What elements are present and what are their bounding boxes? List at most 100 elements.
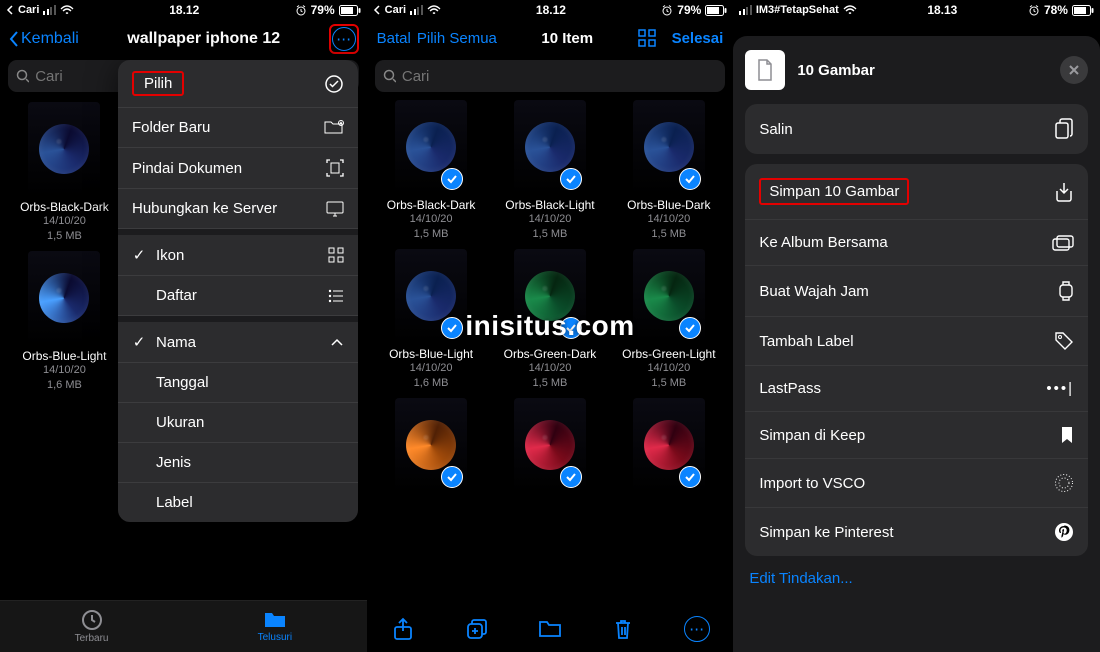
more-button[interactable]: ⋯ [684, 616, 710, 642]
edit-actions-button[interactable]: Edit Tindakan... [745, 556, 1088, 601]
file-size: 1,5 MB [651, 376, 686, 390]
signal-icon [410, 5, 423, 15]
file-name: Orbs-Blue-Light [389, 347, 473, 361]
action-pinterest[interactable]: Simpan ke Pinterest [745, 508, 1088, 556]
file-name: Orbs-Black-Dark [20, 200, 109, 214]
folder-icon [263, 610, 287, 630]
wifi-icon [843, 5, 857, 15]
menu-sort-name[interactable]: ✓Nama [118, 322, 358, 363]
menu-sort-kind[interactable]: Jenis [118, 443, 358, 483]
file-size: 1,6 MB [47, 378, 82, 392]
file-cell[interactable]: Orbs-Green-Dark 14/10/20 1,5 MB [494, 249, 607, 390]
status-bar: Cari 18.12 79% [0, 0, 367, 20]
file-date: 14/10/20 [43, 214, 86, 228]
action-add-tag[interactable]: Tambah Label [745, 317, 1088, 366]
file-cell[interactable]: Orbs-Black-Dark 14/10/20 1,5 MB [375, 100, 488, 241]
battery-icon [1072, 5, 1094, 16]
page-title: wallpaper iphone 12 [127, 30, 280, 48]
menu-sort-size[interactable]: Ukuran [118, 403, 358, 443]
clock: 18.13 [927, 3, 957, 17]
battery-icon [705, 5, 727, 16]
grid-view-icon[interactable] [638, 29, 656, 47]
file-name: Orbs-Green-Dark [504, 347, 597, 361]
duplicate-button[interactable] [464, 616, 490, 642]
select-all-button[interactable]: Pilih Semua [417, 30, 497, 47]
sheet-title: 10 Gambar [797, 62, 875, 79]
battery-percent: 78% [1044, 3, 1068, 17]
action-shared-album[interactable]: Ke Album Bersama [745, 220, 1088, 266]
search-icon [383, 69, 396, 83]
file-cell[interactable]: Orbs-Blue-Dark 14/10/20 1,5 MB [612, 100, 725, 241]
bookmark-icon [1060, 426, 1074, 444]
carrier: Cari [385, 4, 406, 16]
action-lastpass[interactable]: LastPass •••| [745, 366, 1088, 412]
alarm-icon [1028, 4, 1040, 16]
file-name: Orbs-Blue-Dark [627, 198, 710, 212]
file-cell[interactable]: Orbs-Blue-Light 14/10/20 1,6 MB [8, 251, 121, 392]
back-button[interactable]: Kembali [8, 30, 79, 48]
search-icon [16, 69, 29, 83]
file-date: 14/10/20 [647, 212, 690, 226]
share-sheet: 10 Gambar Salin Simpan 10 Gambar Ke Albu… [733, 36, 1100, 652]
action-keep[interactable]: Simpan di Keep [745, 412, 1088, 459]
watch-icon [1058, 280, 1074, 302]
file-cell[interactable]: Orbs-Black-Light 14/10/20 1,5 MB [494, 100, 607, 241]
menu-new-folder[interactable]: Folder Baru [118, 108, 358, 148]
tab-browse[interactable]: Telusuri [258, 610, 292, 643]
action-vsco[interactable]: Import to VSCO [745, 459, 1088, 508]
wifi-icon [427, 5, 441, 15]
action-watch-face[interactable]: Buat Wajah Jam [745, 266, 1088, 317]
menu-select[interactable]: Pilih [118, 60, 358, 108]
context-menu: Pilih Folder Baru Pindai Dokumen Hubungk… [118, 60, 358, 522]
tag-icon [1054, 331, 1074, 351]
screen-files-menu: Cari 18.12 79% Kembali wallpaper iphone … [0, 0, 367, 652]
menu-view-icons[interactable]: ✓Ikon [118, 235, 358, 276]
status-bar: Cari 18.12 79% [367, 0, 734, 20]
chevron-up-icon [330, 337, 344, 347]
action-copy[interactable]: Salin [745, 104, 1088, 154]
file-date: 14/10/20 [529, 361, 572, 375]
delete-button[interactable] [610, 616, 636, 642]
clock: 18.12 [169, 3, 199, 17]
back-caret-icon [373, 5, 381, 15]
menu-scan-document[interactable]: Pindai Dokumen [118, 148, 358, 189]
tab-recent[interactable]: Terbaru [75, 609, 109, 644]
file-cell[interactable] [612, 398, 725, 496]
file-cell[interactable] [375, 398, 488, 496]
menu-sort-label[interactable]: Label [118, 483, 358, 522]
search-input[interactable] [402, 68, 717, 85]
file-cell[interactable]: Orbs-Green-Light 14/10/20 1,5 MB [612, 249, 725, 390]
file-grid: Orbs-Black-Dark 14/10/20 1,5 MB Orbs-Bla… [367, 98, 734, 504]
screen-selection: Cari 18.12 79% Batal Pilih Semua 10 Item… [367, 0, 734, 652]
menu-connect-server[interactable]: Hubungkan ke Server [118, 189, 358, 229]
file-date: 14/10/20 [410, 212, 453, 226]
file-size: 1,5 MB [533, 376, 568, 390]
scan-icon [326, 159, 344, 177]
file-date: 14/10/20 [647, 361, 690, 375]
file-date: 14/10/20 [410, 361, 453, 375]
file-cell[interactable]: Orbs-Blue-Light 14/10/20 1,6 MB [375, 249, 488, 390]
alarm-icon [661, 4, 673, 16]
done-button[interactable]: Selesai [672, 30, 724, 47]
signal-icon [43, 5, 56, 15]
file-cell[interactable] [494, 398, 607, 496]
back-label: Kembali [21, 30, 79, 48]
action-save-images[interactable]: Simpan 10 Gambar [745, 164, 1088, 220]
shared-album-icon [1052, 235, 1074, 251]
file-size: 1,5 MB [47, 229, 82, 243]
screen-share-sheet: IM3#TetapSehat 18.13 78% 10 Gambar Salin [733, 0, 1100, 652]
file-cell[interactable]: Orbs-Black-Dark 14/10/20 1,5 MB [8, 102, 121, 243]
move-folder-button[interactable] [537, 616, 563, 642]
file-name: Orbs-Blue-Light [22, 349, 106, 363]
more-button[interactable]: ⋯ [329, 24, 359, 54]
status-bar: IM3#TetapSehat 18.13 78% [733, 0, 1100, 20]
menu-view-list[interactable]: Daftar [118, 276, 358, 316]
pinterest-icon [1054, 522, 1074, 542]
download-icon [1054, 181, 1074, 203]
share-button[interactable] [390, 616, 416, 642]
cancel-button[interactable]: Batal [377, 30, 411, 47]
search-bar[interactable] [375, 60, 726, 92]
menu-sort-date[interactable]: Tanggal [118, 363, 358, 403]
close-button[interactable] [1060, 56, 1088, 84]
file-date: 14/10/20 [529, 212, 572, 226]
